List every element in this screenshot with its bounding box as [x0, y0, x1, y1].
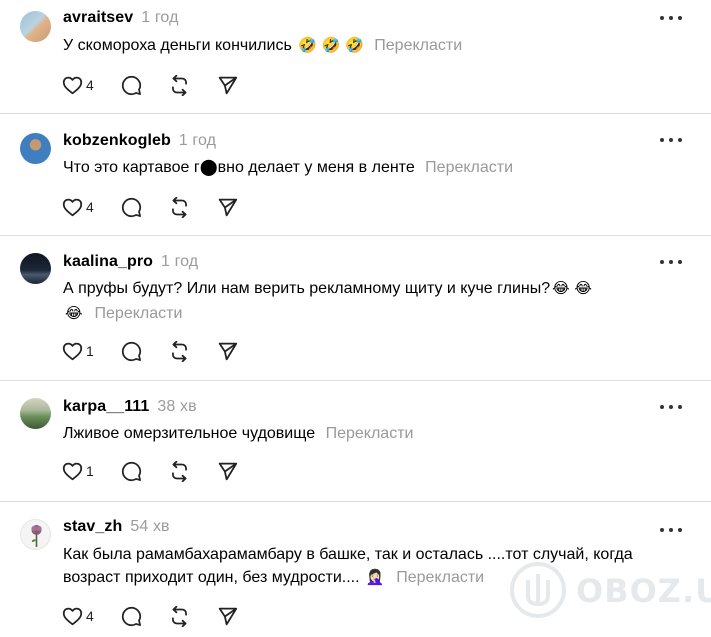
repost-icon — [172, 460, 187, 482]
repost-icon — [172, 196, 187, 218]
comment-icon — [121, 341, 142, 361]
post-text: А пруфы будут? Или нам верить рекламному… — [63, 277, 663, 325]
more-options-icon[interactable] — [660, 259, 682, 265]
send-icon — [218, 76, 238, 94]
username[interactable]: karpa__111 — [63, 398, 149, 415]
post-body: А пруфы будут? Или нам верить рекламному… — [63, 280, 551, 297]
more-options-icon[interactable] — [660, 137, 682, 143]
translate-link[interactable]: Перекласти — [425, 159, 513, 176]
send-icon — [218, 198, 238, 216]
comment-icon — [121, 197, 142, 217]
post-text: Лживое омерзительное чудовище Перекласти — [63, 422, 663, 445]
username[interactable]: stav_zh — [63, 518, 122, 535]
watermark-logo: OBOZ.UA — [508, 560, 711, 620]
post-emojis: 🤦🏻‍♀️ — [365, 568, 385, 586]
send-icon — [218, 607, 238, 625]
username-row: avraitsev 1 год — [63, 9, 179, 27]
username-row: kobzenkogleb 1 год — [63, 132, 216, 150]
share-button[interactable] — [217, 74, 238, 96]
comment-post: karpa__111 38 хв Лживое омерзительное чуд… — [0, 381, 711, 501]
username[interactable]: kobzenkogleb — [63, 132, 171, 149]
repost-button[interactable] — [169, 605, 190, 627]
like-button[interactable]: 4 — [62, 74, 94, 96]
username-row: stav_zh 54 хв — [63, 518, 170, 536]
avatar[interactable] — [20, 253, 51, 284]
share-button[interactable] — [217, 196, 238, 218]
watermark-text: OBOZ.UA — [576, 572, 711, 610]
username-row: karpa__111 38 хв — [63, 398, 197, 416]
comment-post: kaalina_pro 1 год А пруфы будут? Или нам … — [0, 236, 711, 380]
reply-button[interactable] — [121, 460, 142, 482]
post-time: 38 хв — [157, 398, 197, 415]
share-button[interactable] — [217, 605, 238, 627]
post-body: Лживое омерзительное чудовище — [63, 425, 316, 442]
post-time: 1 год — [161, 253, 199, 270]
username[interactable]: avraitsev — [63, 9, 133, 26]
heart-icon — [62, 198, 83, 217]
repost-button[interactable] — [169, 196, 190, 218]
reply-button[interactable] — [121, 74, 142, 96]
like-count: 4 — [86, 608, 94, 624]
comment-icon — [121, 606, 142, 626]
repost-icon — [172, 340, 187, 362]
like-count: 1 — [86, 463, 94, 479]
heart-icon — [62, 462, 83, 481]
heart-icon — [62, 342, 83, 361]
comment-post: kobzenkogleb 1 год Что это картавое г⬤вно… — [0, 114, 711, 236]
comment-icon — [121, 461, 142, 481]
avatar[interactable] — [20, 519, 51, 550]
translate-link[interactable]: Перекласти — [396, 569, 484, 586]
post-text: Что это картавое г⬤вно делает у меня в л… — [63, 156, 663, 179]
post-time: 54 хв — [130, 518, 170, 535]
repost-button[interactable] — [169, 74, 190, 96]
reply-button[interactable] — [121, 605, 142, 627]
like-button[interactable]: 1 — [62, 460, 94, 482]
send-icon — [218, 342, 238, 360]
trident-watermark-icon — [510, 562, 566, 618]
avatar[interactable] — [20, 133, 51, 164]
avatar[interactable] — [20, 398, 51, 429]
repost-button[interactable] — [169, 460, 190, 482]
username-row: kaalina_pro 1 год — [63, 253, 198, 271]
send-icon — [218, 462, 238, 480]
post-time: 1 год — [141, 9, 179, 26]
repost-icon — [172, 74, 187, 96]
username[interactable]: kaalina_pro — [63, 253, 153, 270]
heart-icon — [62, 76, 83, 95]
share-button[interactable] — [217, 340, 238, 362]
reply-button[interactable] — [121, 340, 142, 362]
like-button[interactable]: 4 — [62, 605, 94, 627]
reply-button[interactable] — [121, 196, 142, 218]
translate-link[interactable]: Перекласти — [95, 305, 183, 322]
more-options-icon[interactable] — [660, 527, 682, 533]
translate-link[interactable]: Перекласти — [326, 425, 414, 442]
comments-feed: avraitsev 1 год У скомороха деньги кончил… — [0, 0, 711, 637]
flower-icon — [31, 525, 42, 547]
like-button[interactable]: 1 — [62, 340, 94, 362]
translate-link[interactable]: Перекласти — [374, 37, 462, 54]
repost-button[interactable] — [169, 340, 190, 362]
post-time: 1 год — [178, 132, 217, 149]
post-body: Что это картавое г⬤вно делает у меня в л… — [63, 159, 415, 176]
post-emojis: 😂 😂 — [552, 279, 592, 297]
post-emojis-line2: 😂 — [65, 304, 83, 322]
more-options-icon[interactable] — [660, 15, 682, 21]
post-body-line2: возраст приходит один, без мудрости.... — [63, 569, 360, 586]
like-button[interactable]: 4 — [62, 196, 94, 218]
more-options-icon[interactable] — [660, 404, 682, 410]
post-body: У скомороха деньги кончились — [63, 37, 292, 54]
like-count: 4 — [86, 199, 94, 215]
like-count: 4 — [86, 77, 94, 93]
like-count: 1 — [86, 343, 94, 359]
repost-icon — [172, 605, 187, 627]
avatar[interactable] — [20, 11, 51, 42]
post-text: У скомороха деньги кончились 🤣 🤣 🤣 Перек… — [63, 34, 663, 57]
post-emojis: 🤣 🤣 🤣 — [298, 36, 364, 54]
comment-post: avraitsev 1 год У скомороха деньги кончил… — [0, 0, 711, 114]
heart-icon — [62, 607, 83, 626]
share-button[interactable] — [217, 460, 238, 482]
comment-icon — [121, 75, 142, 95]
